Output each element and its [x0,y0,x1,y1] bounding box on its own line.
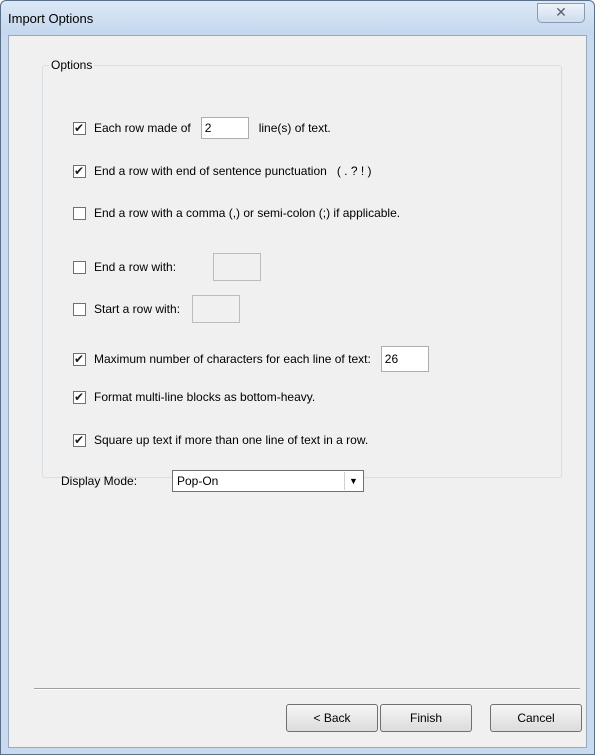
back-button[interactable]: < Back [286,704,378,732]
start-with-label: Start a row with: [94,302,181,316]
square-up-label: Square up text if more than one line of … [94,433,369,447]
bottom-heavy-row: Format multi-line blocks as bottom-heavy… [73,390,315,404]
end-sentence-label: End a row with end of sentence punctuati… [94,164,372,178]
end-comma-row: End a row with a comma (,) or semi-colon… [73,206,400,220]
end-comma-checkbox[interactable] [73,206,86,220]
close-icon: ✕ [555,5,567,21]
chevron-down-icon[interactable]: ▼ [344,472,362,490]
end-with-label: End a row with: [94,260,177,274]
end-with-input[interactable] [213,253,262,281]
rows-per-checkbox[interactable] [73,121,86,135]
max-chars-input[interactable] [380,346,429,372]
footer-separator [34,688,580,690]
start-with-checkbox[interactable] [73,302,86,316]
close-button[interactable]: ✕ [537,3,585,23]
rows-per-row: Each row made of line(s) of text. [73,117,331,139]
bottom-heavy-label: Format multi-line blocks as bottom-heavy… [94,390,316,404]
end-with-row: End a row with: [73,253,262,281]
options-legend: Options [51,58,93,72]
start-with-input[interactable] [192,295,241,323]
finish-button[interactable]: Finish [380,704,472,732]
end-comma-label: End a row with a comma (,) or semi-colon… [94,206,401,220]
start-with-row: Start a row with: [73,295,241,323]
max-chars-label: Maximum number of characters for each li… [94,352,371,366]
bottom-heavy-checkbox[interactable] [73,390,86,404]
display-mode-label: Display Mode: [61,474,138,488]
window-title: Import Options [8,11,94,26]
rows-per-suffix: line(s) of text. [258,121,331,135]
end-sentence-row: End a row with end of sentence punctuati… [73,164,372,178]
square-up-checkbox[interactable] [73,433,86,447]
square-up-row: Square up text if more than one line of … [73,433,368,447]
rows-per-input[interactable] [200,117,249,139]
rows-per-label: Each row made of [94,121,191,135]
title-bar[interactable]: Import Options ✕ [1,1,594,35]
end-sentence-checkbox[interactable] [73,164,86,178]
max-chars-checkbox[interactable] [73,352,86,366]
display-mode-select[interactable]: Pop-On ▼ [172,470,364,492]
cancel-button[interactable]: Cancel [490,704,582,732]
display-mode-value: Pop-On [177,474,219,488]
end-with-checkbox[interactable] [73,260,86,274]
max-chars-row: Maximum number of characters for each li… [73,346,429,372]
